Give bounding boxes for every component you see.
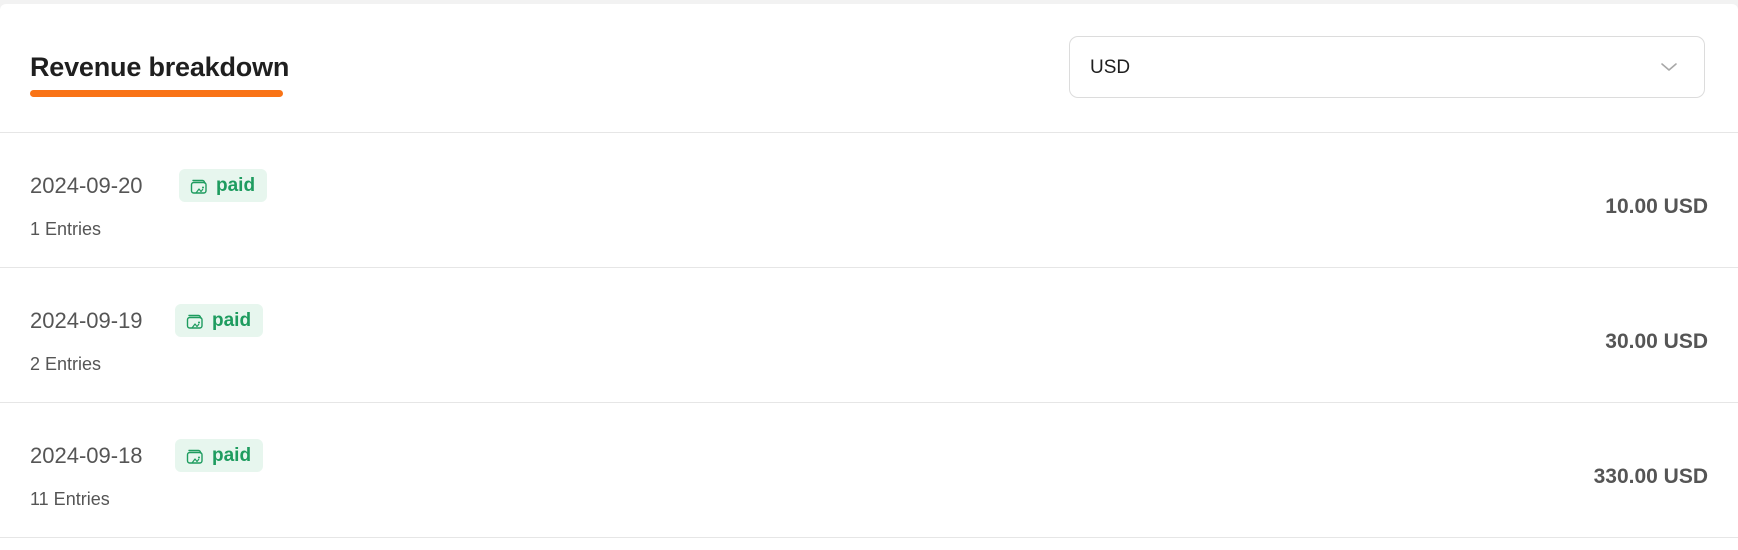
title-underline bbox=[30, 90, 283, 97]
currency-select[interactable]: USD bbox=[1069, 36, 1705, 98]
revenue-breakdown-card: Revenue breakdown USD 2024-09-20 paid 1 … bbox=[0, 4, 1738, 550]
row-entries-count: 11 Entries bbox=[30, 489, 110, 509]
card-header: Revenue breakdown USD bbox=[0, 4, 1738, 133]
status-badge-label: paid bbox=[212, 444, 252, 466]
wallet-icon bbox=[186, 449, 203, 464]
row-amount: 330.00 USD bbox=[1593, 465, 1708, 488]
wallet-icon bbox=[190, 179, 207, 194]
status-badge: paid bbox=[175, 439, 264, 472]
row-amount: 30.00 USD bbox=[1605, 330, 1708, 353]
status-badge: paid bbox=[175, 304, 264, 337]
revenue-row[interactable]: 2024-09-20 paid 1 Entries 10.00 USD bbox=[0, 133, 1738, 268]
row-amount: 10.00 USD bbox=[1605, 195, 1708, 218]
status-badge: paid bbox=[179, 169, 268, 202]
row-date: 2024-09-19 bbox=[30, 308, 143, 333]
row-date: 2024-09-20 bbox=[30, 173, 143, 198]
status-badge-label: paid bbox=[216, 174, 256, 196]
row-date: 2024-09-18 bbox=[30, 443, 143, 468]
currency-select-value: USD bbox=[1090, 57, 1131, 78]
chevron-down-icon bbox=[1661, 63, 1677, 71]
revenue-row[interactable]: 2024-09-19 paid 2 Entries 30.00 USD bbox=[0, 268, 1738, 403]
wallet-icon bbox=[186, 314, 203, 329]
revenue-row[interactable]: 2024-09-18 paid 11 Entries 330.00 USD bbox=[0, 403, 1738, 538]
status-badge-label: paid bbox=[212, 309, 252, 331]
row-entries-count: 2 Entries bbox=[30, 354, 102, 374]
row-entries-count: 1 Entries bbox=[30, 219, 102, 239]
page-title: Revenue breakdown bbox=[30, 52, 290, 82]
